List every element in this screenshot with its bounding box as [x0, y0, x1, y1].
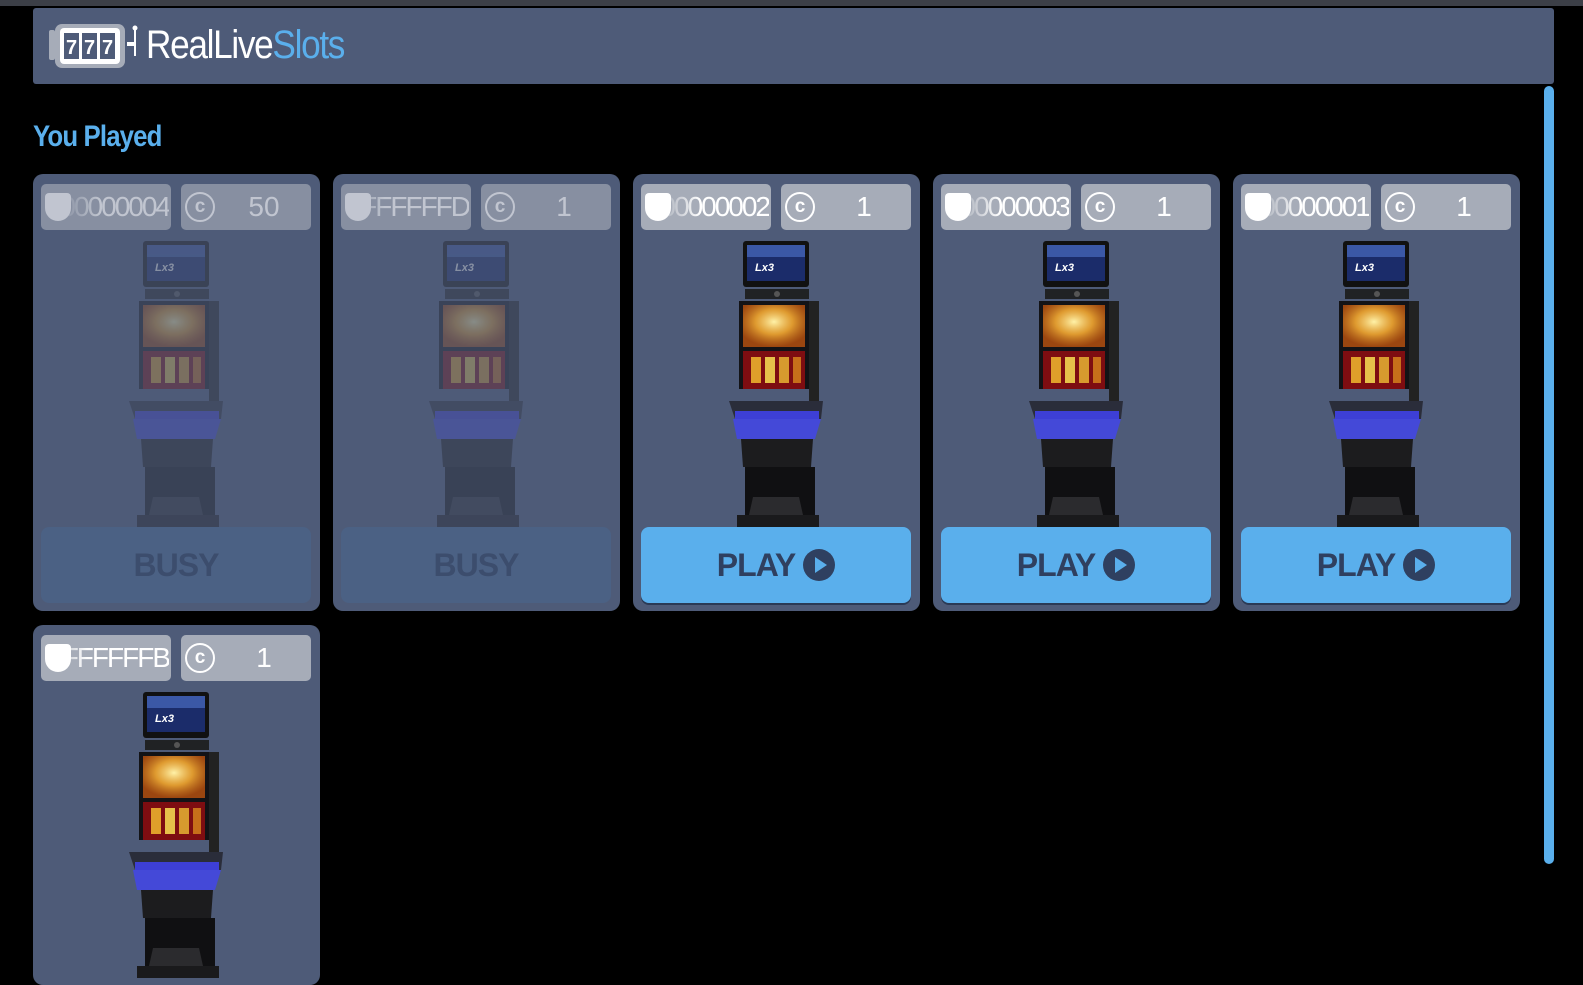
button-label: BUSY — [133, 546, 220, 583]
machine-id: FFFFFFFD — [345, 191, 471, 222]
machine-id-badge: 00000002 — [641, 184, 771, 230]
slot-machine-image: Lx3 — [429, 241, 523, 527]
coin-value: 1 — [856, 191, 872, 222]
play-circle-icon — [803, 549, 836, 581]
site-header: 7 7 7 RealLiveSlots — [33, 8, 1554, 84]
svg-text:Lx3: Lx3 — [1055, 262, 1074, 274]
brand-name-part1: RealLive — [146, 23, 274, 67]
coin-badge: c1 — [481, 184, 611, 230]
coin-value: 1 — [556, 191, 572, 222]
machine-id-badge: 00000001 — [1241, 184, 1371, 230]
machine-card[interactable]: FFFFFFFD c 1 Lx3 BUSY — [333, 174, 620, 611]
svg-text:7: 7 — [84, 37, 95, 59]
coin-icon: c — [785, 192, 815, 222]
coin-icon: c — [1385, 192, 1415, 222]
coin-badge: c1 — [181, 635, 311, 681]
brand-name[interactable]: RealLiveSlots — [146, 20, 345, 70]
slot-machine-image: Lx3 — [1329, 241, 1423, 527]
brand-name-part2: Slots — [272, 23, 345, 67]
coin-badge: c 50 — [181, 184, 311, 230]
machine-id: 00000003 — [960, 191, 1071, 222]
coin-value: 1 — [256, 642, 272, 673]
slot-machine-image: Lx3 — [129, 241, 223, 527]
busy-button[interactable]: BUSY — [41, 527, 311, 603]
machine-id: FFFFFFFB — [46, 642, 171, 673]
coin-icon: c — [1085, 192, 1115, 222]
play-button[interactable]: PLAY — [941, 527, 1211, 603]
coin-badge: c1 — [781, 184, 911, 230]
machine-id-badge: 00000003 — [941, 184, 1071, 230]
svg-text:Lx3: Lx3 — [755, 262, 774, 274]
svg-text:Lx3: Lx3 — [1355, 262, 1374, 274]
scrollbar-thumb[interactable] — [1544, 86, 1554, 864]
busy-button[interactable]: BUSY — [341, 527, 611, 603]
button-label: BUSY — [433, 546, 520, 583]
coin-value: 50 — [248, 191, 280, 222]
machine-card[interactable]: 00000003 c 1 Lx3 PLAY — [933, 174, 1220, 611]
play-button[interactable]: PLAY — [641, 527, 911, 603]
svg-text:Lx3: Lx3 — [155, 713, 174, 725]
slot-machine-image: Lx3 — [1029, 241, 1123, 527]
coin-value: 1 — [1156, 191, 1172, 222]
coin-icon: c — [185, 192, 215, 222]
coin-badge: c1 — [1381, 184, 1511, 230]
machine-id: 00000004 — [60, 191, 171, 222]
button-label: PLAY — [1316, 546, 1396, 583]
slot-machine-image: Lx3 — [129, 692, 223, 978]
button-label: PLAY — [1016, 546, 1096, 583]
section-title: You Played — [33, 120, 162, 153]
play-button[interactable]: PLAY — [1241, 527, 1511, 603]
window-top-bar — [0, 0, 1583, 6]
machine-card[interactable]: 00000004 c 50 Lx3 BUSY — [33, 174, 320, 611]
machine-id-badge: FFFFFFFD — [341, 184, 471, 230]
button-label: PLAY — [716, 546, 796, 583]
machine-id-badge: 00000004 — [41, 184, 171, 230]
svg-text:Lx3: Lx3 — [455, 262, 474, 274]
coin-badge: c1 — [1081, 184, 1211, 230]
svg-text:Lx3: Lx3 — [155, 262, 174, 274]
coin-icon: c — [485, 192, 515, 222]
machine-id-badge: FFFFFFFB — [41, 635, 171, 681]
machine-card[interactable]: 00000002 c 1 Lx3 PLAY — [633, 174, 920, 611]
coin-icon: c — [185, 643, 215, 673]
machine-id: 00000002 — [660, 191, 771, 222]
svg-text:7: 7 — [102, 37, 113, 59]
svg-text:7: 7 — [66, 37, 77, 59]
slot-machine-image: Lx3 — [729, 241, 823, 527]
slot-machine-logo-icon: 7 7 7 — [49, 24, 138, 68]
machine-id: 00000001 — [1260, 191, 1371, 222]
play-circle-icon — [1103, 549, 1136, 581]
coin-value: 1 — [1456, 191, 1472, 222]
machine-card[interactable]: 00000001 c 1 Lx3 PLAY — [1233, 174, 1520, 611]
machine-card[interactable]: FFFFFFFB c 1 Lx3 — [33, 625, 320, 985]
play-circle-icon — [1403, 549, 1436, 581]
